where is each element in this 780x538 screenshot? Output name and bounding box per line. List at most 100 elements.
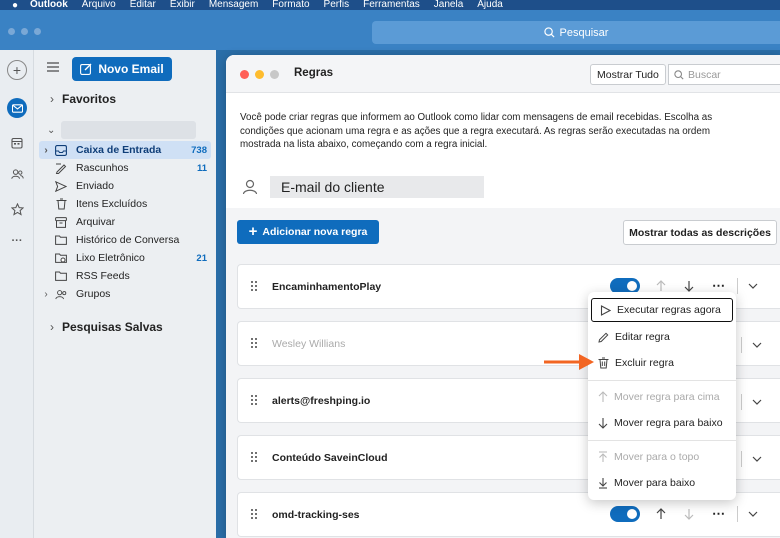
account-header[interactable]: ⌄ (47, 121, 197, 139)
dialog-minimize-button[interactable] (255, 70, 264, 79)
menu-formato[interactable]: Formato (272, 0, 309, 10)
pencil-icon (598, 332, 609, 343)
rule-controls (741, 394, 762, 410)
more-options-icon[interactable]: ⋯ (712, 507, 725, 520)
menu-editar[interactable]: Editar (130, 0, 156, 10)
drag-handle-icon[interactable] (250, 337, 258, 349)
chevron-down-icon[interactable] (748, 283, 758, 289)
show-all-button[interactable]: Mostrar Tudo (590, 64, 666, 85)
folder-groups[interactable]: › Grupos (39, 285, 211, 303)
menu-exibir[interactable]: Exibir (170, 0, 195, 10)
rules-description: Você pode criar regras que informem ao O… (240, 112, 713, 150)
rule-context-menu: Executar regras agora Editar regra Exclu… (588, 292, 736, 500)
chevron-down-icon: ⌄ (47, 124, 56, 136)
menu-arquivo[interactable]: Arquivo (82, 0, 116, 10)
move-down-arrow-icon[interactable] (682, 507, 696, 521)
folder-conversation-history[interactable]: Histórico de Conversa (39, 231, 211, 249)
chevron-down-icon[interactable] (752, 456, 762, 462)
move-rule-down-item[interactable]: Mover regra para baixo (590, 411, 734, 435)
menu-app-name[interactable]: Outlook (30, 0, 68, 10)
archive-icon (54, 215, 68, 229)
folder-inbox[interactable]: › Caixa de Entrada 738 (39, 141, 211, 159)
folder-deleted[interactable]: Itens Excluídos (39, 195, 211, 213)
people-app-button[interactable] (6, 163, 28, 185)
menu-perfis[interactable]: Perfis (324, 0, 350, 10)
window-controls (8, 28, 41, 35)
dialog-zoom-button[interactable] (270, 70, 279, 79)
plus-icon: + (248, 223, 258, 240)
move-down-arrow-icon[interactable] (682, 279, 696, 293)
move-rule-up-item[interactable]: Mover regra para cima (590, 385, 734, 409)
zoom-window-button[interactable] (34, 28, 41, 35)
account-selector[interactable]: E-mail do cliente (242, 176, 484, 198)
drag-handle-icon[interactable] (250, 451, 258, 463)
menu-ferramentas[interactable]: Ferramentas (363, 0, 420, 10)
rule-name: Wesley Willians (272, 338, 346, 350)
drafts-icon (54, 161, 68, 175)
move-to-top-item[interactable]: Mover para o topo (590, 445, 734, 469)
favorites-app-button[interactable] (6, 198, 28, 220)
drag-handle-icon[interactable] (250, 394, 258, 406)
add-app-button[interactable]: + (7, 60, 27, 80)
search-icon (674, 69, 684, 80)
trash-icon (54, 197, 68, 211)
folder-label: Caixa de Entrada (76, 144, 162, 156)
move-to-bottom-item[interactable]: Mover para baixo (590, 471, 734, 495)
chevron-down-icon[interactable] (748, 511, 758, 517)
dialog-window-controls (240, 70, 279, 79)
chevron-right-icon[interactable]: › (39, 145, 53, 156)
chevron-down-icon[interactable] (752, 399, 762, 405)
arrow-to-bottom-icon (599, 478, 607, 489)
menu-item-label: Mover regra para cima (614, 391, 720, 403)
drag-handle-icon[interactable] (250, 280, 258, 292)
rule-name: EncaminhamentoPlay (272, 281, 382, 293)
favorites-label: Favoritos (62, 92, 117, 106)
delete-rule-item[interactable]: Excluir regra (590, 351, 734, 375)
drag-handle-icon[interactable] (250, 508, 258, 520)
groups-icon (54, 287, 68, 301)
favorites-section[interactable]: › Favoritos (50, 92, 116, 106)
folder-sent[interactable]: Enviado (39, 177, 211, 195)
window-title-bar: Pesquisar (0, 10, 780, 50)
minimize-window-button[interactable] (21, 28, 28, 35)
move-up-arrow-icon[interactable] (654, 279, 668, 293)
hamburger-menu-icon[interactable] (47, 62, 59, 72)
trash-icon (598, 357, 609, 369)
menu-item-label: Mover para o topo (614, 451, 700, 463)
more-options-icon[interactable]: ⋯ (712, 279, 725, 292)
new-email-button[interactable]: Novo Email (72, 57, 172, 81)
calendar-app-button[interactable] (6, 132, 28, 154)
dialog-close-button[interactable] (240, 70, 249, 79)
close-window-button[interactable] (8, 28, 15, 35)
menu-mensagem[interactable]: Mensagem (209, 0, 258, 10)
calendar-icon (11, 137, 23, 149)
saved-searches-label: Pesquisas Salvas (62, 320, 163, 334)
folder-junk[interactable]: Lixo Eletrônico 21 (39, 249, 211, 267)
run-rules-now-item[interactable]: Executar regras agora (591, 298, 733, 322)
add-rule-button[interactable]: + Adicionar nova regra (237, 220, 379, 244)
rule-controls: ⋯ (610, 506, 758, 522)
junk-count: 21 (196, 252, 207, 264)
folder-archive[interactable]: Arquivar (39, 213, 211, 231)
rule-name: alerts@freshping.io (272, 395, 371, 407)
mail-app-button[interactable] (7, 98, 27, 118)
junk-icon (54, 251, 68, 265)
menu-ajuda[interactable]: Ajuda (477, 0, 503, 10)
apple-icon[interactable]: ● (0, 0, 30, 10)
rules-search-field[interactable]: Buscar (668, 64, 780, 85)
saved-searches-section[interactable]: › Pesquisas Salvas (50, 320, 163, 334)
folder-label: RSS Feeds (76, 270, 130, 282)
folder-rss-feeds[interactable]: RSS Feeds (39, 267, 211, 285)
move-up-arrow-icon[interactable] (654, 507, 668, 521)
folder-drafts[interactable]: Rascunhos 11 (39, 159, 211, 177)
search-icon (543, 27, 555, 38)
search-bar[interactable]: Pesquisar (372, 21, 780, 44)
edit-rule-item[interactable]: Editar regra (590, 325, 734, 349)
chevron-right-icon[interactable]: › (39, 289, 53, 300)
menu-janela[interactable]: Janela (434, 0, 463, 10)
rule-enabled-toggle[interactable] (610, 506, 640, 522)
chevron-down-icon[interactable] (752, 342, 762, 348)
rule-controls (741, 337, 762, 353)
more-apps-icon[interactable]: ··· (6, 230, 28, 252)
show-descriptions-button[interactable]: Mostrar todas as descrições (623, 220, 777, 245)
